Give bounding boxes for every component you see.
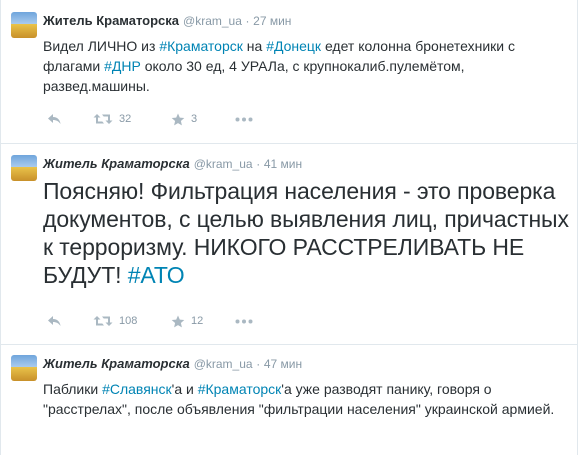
retweet-icon (93, 315, 113, 327)
more-icon (235, 319, 253, 324)
tweet-text-segment: на (242, 38, 267, 54)
tweet[interactable]: Житель Краматорска @kram_ua · 27 мин Виде… (1, 0, 577, 144)
tweet[interactable]: Житель Краматорска @kram_ua · 47 мин Пабл… (1, 345, 577, 455)
retweet-button[interactable]: 108 (93, 312, 137, 330)
reply-button[interactable] (47, 312, 62, 330)
hashtag-link[interactable]: #ДНР (104, 58, 141, 74)
star-icon (171, 113, 185, 126)
avatar[interactable] (11, 12, 37, 38)
hashtag-link[interactable]: #Славянск (102, 381, 172, 397)
hashtag-link[interactable]: #Краматорск (159, 38, 243, 54)
avatar-field (11, 24, 37, 38)
hashtag-link[interactable]: #АТО (128, 262, 185, 288)
username[interactable]: @kram_ua (194, 357, 253, 371)
tweet[interactable]: Житель Краматорска @kram_ua · 41 мин Пояс… (1, 144, 577, 345)
tweet-text: Паблики #Славянск'а и #Краматорск'а уже … (43, 379, 569, 419)
tweet-text: Видел ЛИЧНО из #Краматорск на #Донецк ед… (43, 36, 569, 96)
more-button[interactable] (235, 312, 253, 330)
tweet-text-segment: Паблики (43, 381, 103, 397)
avatar[interactable] (11, 155, 37, 181)
tweet-text: Поясняю! Фильтрация населения - это пров… (43, 177, 569, 289)
reply-icon (47, 113, 62, 125)
reply-button[interactable] (47, 110, 62, 128)
tweet-timeline: Житель Краматорска @kram_ua · 27 мин Виде… (0, 0, 578, 455)
more-icon (235, 117, 253, 122)
tweet-text-segment: 'а и (171, 381, 198, 397)
tweet-text-segment: Поясняю! Фильтрация населения - это пров… (43, 178, 576, 288)
favorite-button[interactable]: 3 (171, 110, 197, 128)
favorite-count: 3 (191, 113, 198, 125)
avatar-sky (11, 355, 37, 367)
tweet-header: Житель Краматорска @kram_ua · 41 мин (43, 156, 302, 172)
more-button[interactable] (235, 110, 253, 128)
favorite-count: 12 (191, 315, 204, 327)
timestamp[interactable]: 41 мин (264, 157, 302, 171)
hashtag-link[interactable]: #Донецк (266, 38, 321, 54)
avatar-sky (11, 155, 37, 167)
tweet-header: Житель Краматорска @kram_ua · 47 мин (43, 356, 302, 372)
avatar-field (11, 367, 37, 381)
fullname[interactable]: Житель Краматорска (43, 156, 190, 171)
retweet-button[interactable]: 32 (93, 110, 131, 128)
time-separator: · (245, 14, 250, 28)
fullname[interactable]: Житель Краматорска (43, 13, 179, 28)
username[interactable]: @kram_ua (194, 157, 253, 171)
retweet-count: 32 (119, 113, 132, 125)
retweet-icon (93, 113, 113, 125)
star-icon (171, 315, 185, 328)
timestamp[interactable]: 27 мин (253, 14, 291, 28)
time-separator: · (256, 357, 261, 371)
tweet-header: Житель Краматорска @kram_ua · 27 мин (43, 13, 291, 29)
fullname[interactable]: Житель Краматорска (43, 356, 190, 371)
username[interactable]: @kram_ua (183, 14, 242, 28)
timestamp[interactable]: 47 мин (264, 357, 302, 371)
reply-icon (47, 315, 62, 327)
retweet-count: 108 (119, 315, 138, 327)
tweet-text-segment: Видел ЛИЧНО из (43, 38, 160, 54)
avatar-sky (11, 12, 37, 24)
time-separator: · (256, 157, 261, 171)
avatar-field (11, 167, 37, 181)
hashtag-link[interactable]: #Краматорск (198, 381, 282, 397)
favorite-button[interactable]: 12 (171, 312, 203, 330)
avatar[interactable] (11, 355, 37, 381)
